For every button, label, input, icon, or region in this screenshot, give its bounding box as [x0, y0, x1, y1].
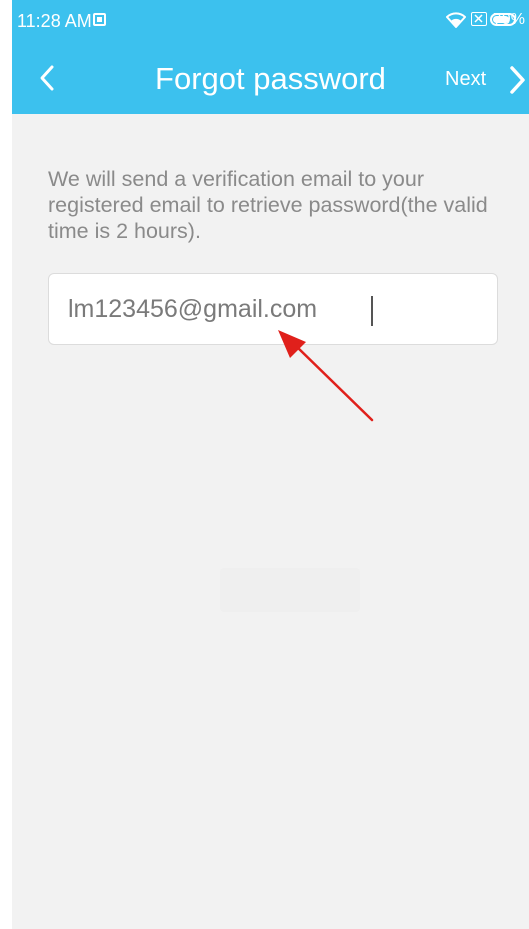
text-cursor	[371, 296, 373, 326]
red-arrow-annotation	[278, 330, 374, 422]
faint-background-element	[220, 568, 360, 612]
instructions-text: We will send a verification email to you…	[48, 167, 488, 243]
battery-percent: 79%	[493, 11, 526, 28]
status-time: 11:28 AM	[17, 11, 92, 31]
next-button[interactable]: Next	[440, 58, 529, 100]
chevron-right-icon	[510, 66, 525, 94]
wifi-icon	[446, 12, 466, 28]
next-button-label: Next	[445, 68, 487, 90]
no-sim-icon	[471, 12, 487, 26]
notification-icon	[93, 13, 106, 26]
header-bar: 11:28 AM 79% Forgot password Next	[12, 0, 529, 114]
app-screen: 11:28 AM 79% Forgot password Next We wil…	[12, 0, 529, 929]
